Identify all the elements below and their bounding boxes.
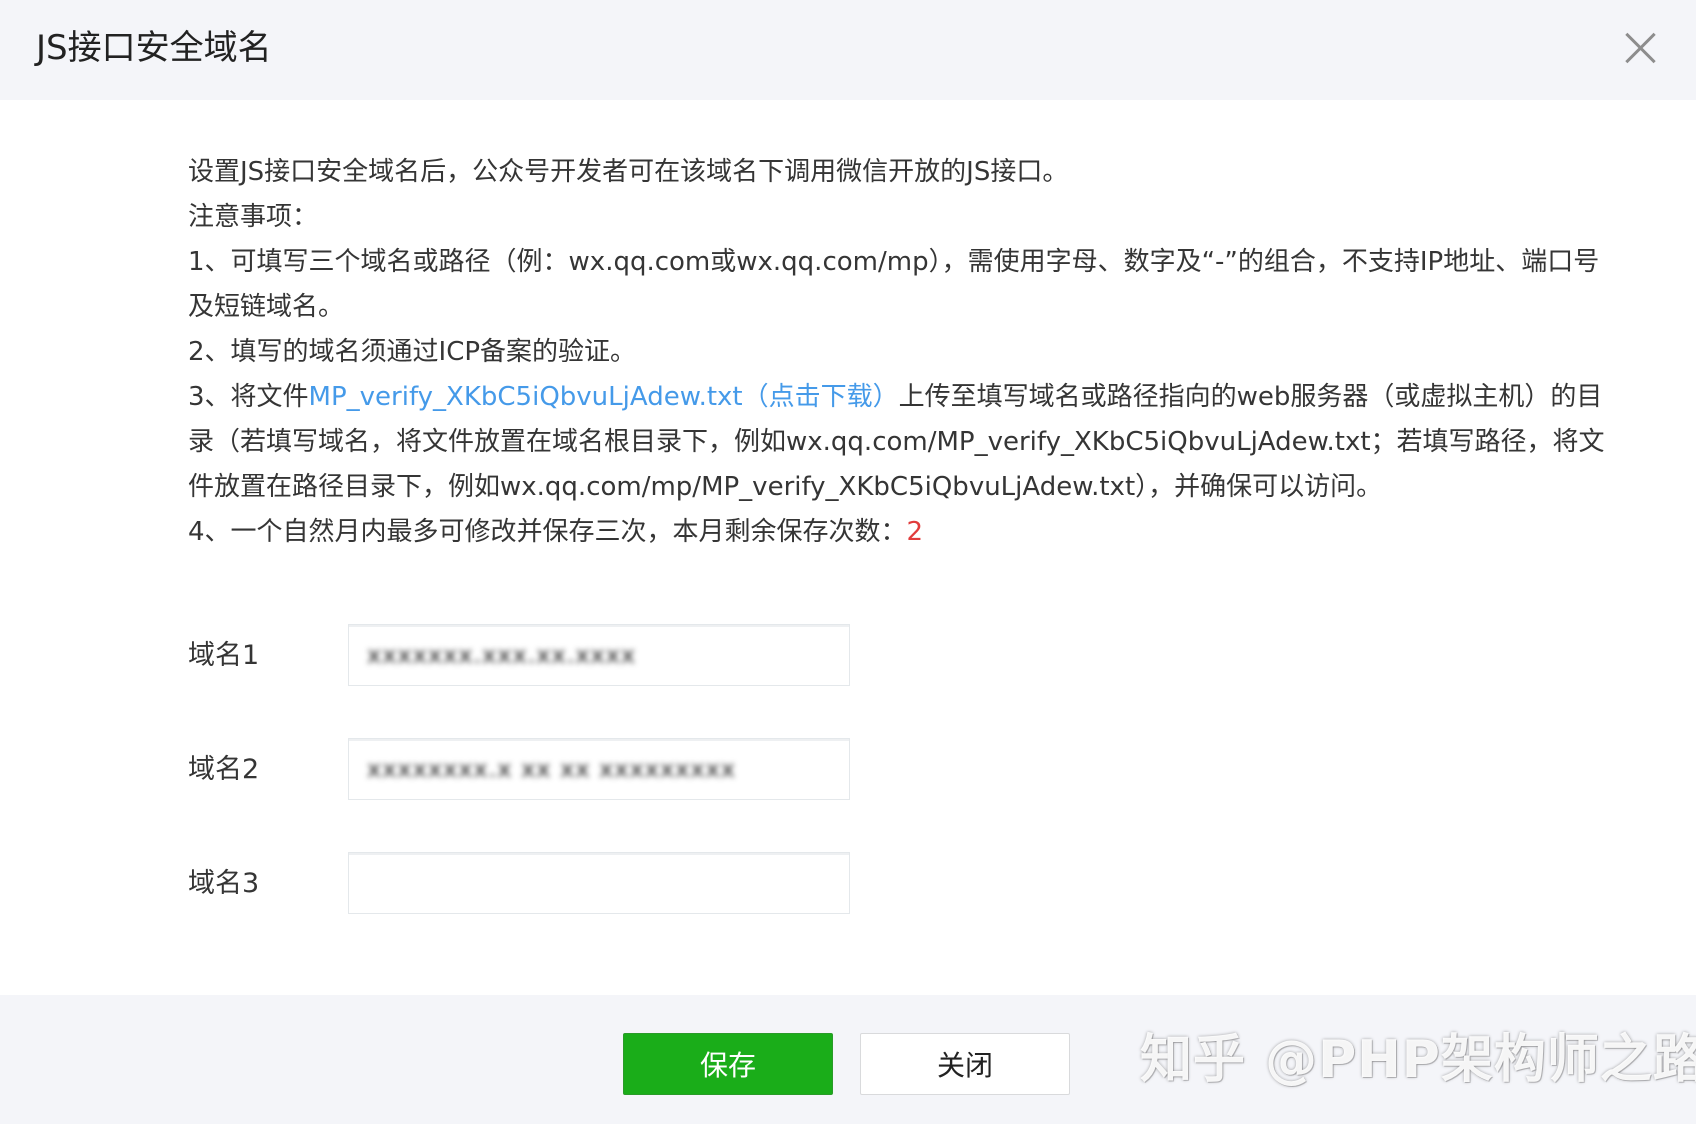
notice-item-2: 2、填写的域名须通过ICP备案的验证。: [188, 337, 637, 367]
notice-item-1: 1、可填写三个域名或路径（例：wx.qq.com或wx.qq.com/mp），需…: [188, 247, 1600, 322]
domain-label-2: 域名2: [188, 754, 260, 785]
instructions: 设置JS接口安全域名后，公众号开发者可在该域名下调用微信开放的JS接口。 注意事…: [188, 150, 1620, 555]
domain-input-3[interactable]: [348, 852, 850, 914]
domain-label-3: 域名3: [188, 868, 260, 899]
intro-text: 设置JS接口安全域名后，公众号开发者可在该域名下调用微信开放的JS接口。: [188, 157, 1069, 187]
verify-file-download-link[interactable]: MP_verify_XKbC5iQbvuLjAdew.txt（点击下载）: [309, 382, 899, 412]
domain-value-1: xxxxxxx.xxx.xx.xxxx: [367, 641, 637, 669]
notice-title: 注意事项：: [188, 202, 319, 232]
domain-input-1[interactable]: xxxxxxx.xxx.xx.xxxx: [348, 624, 850, 686]
domain-label-1: 域名1: [188, 640, 260, 671]
close-button[interactable]: 关闭: [860, 1033, 1070, 1095]
dialog-footer: 保存 关闭 知乎 @PHP架构师之路: [0, 995, 1696, 1124]
close-icon[interactable]: [1620, 28, 1660, 68]
watermark: 知乎 @PHP架构师之路: [1140, 1030, 1696, 1090]
notice-item-4-prefix: 4、一个自然月内最多可修改并保存三次，本月剩余保存次数：: [188, 517, 907, 547]
domain-value-2: xxxxxxxx.x xx xx xxxxxxxxx: [367, 755, 736, 783]
domain-row-2: 域名2 xxxxxxxx.x xx xx xxxxxxxxx: [188, 738, 888, 802]
dialog-header: JS接口安全域名: [0, 0, 1696, 100]
domain-input-2[interactable]: xxxxxxxx.x xx xx xxxxxxxxx: [348, 738, 850, 800]
remaining-count: 2: [906, 517, 924, 547]
notice-item-4: 4、一个自然月内最多可修改并保存三次，本月剩余保存次数：2: [188, 510, 1620, 555]
notice-item-3-prefix: 3、将文件: [188, 382, 309, 412]
dialog-title: JS接口安全域名: [36, 28, 272, 68]
notice-item-3: 3、将文件MP_verify_XKbC5iQbvuLjAdew.txt（点击下载…: [188, 375, 1620, 510]
js-domain-dialog: JS接口安全域名 设置JS接口安全域名后，公众号开发者可在该域名下调用微信开放的…: [0, 0, 1696, 1124]
save-button[interactable]: 保存: [623, 1033, 833, 1095]
domain-row-1: 域名1 xxxxxxx.xxx.xx.xxxx: [188, 624, 888, 688]
domain-row-3: 域名3: [188, 852, 888, 916]
